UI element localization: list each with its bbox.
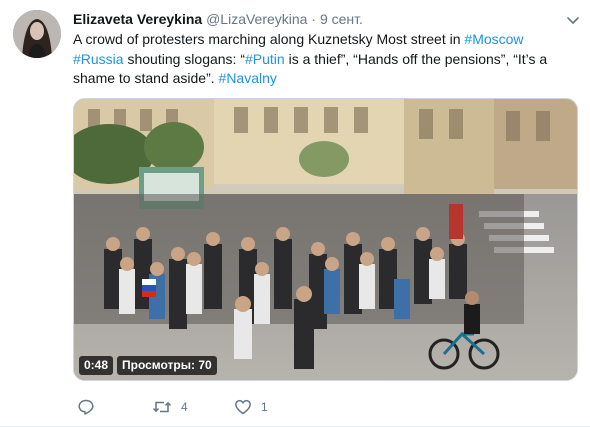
tweet-text-segment: shouting slogans: “ (123, 50, 245, 67)
video-duration-badge: 0:48 (79, 356, 114, 375)
avatar[interactable] (13, 10, 61, 58)
video-views-badge: Просмотры: 70 (117, 356, 217, 375)
separator: · (311, 11, 317, 27)
reply-button[interactable] (77, 396, 104, 418)
hashtag-moscow[interactable]: #Moscow (464, 31, 523, 47)
tweet-actions: 4 1 (73, 396, 373, 418)
hashtag-navalny[interactable]: #Navalny (219, 70, 277, 86)
hashtag-russia[interactable]: #Russia (73, 51, 124, 67)
author-handle[interactable]: @LizaVereykina (206, 11, 307, 27)
avatar-photo (13, 10, 61, 58)
like-count: 1 (261, 400, 268, 414)
tweet-timestamp[interactable]: 9 сент. (320, 11, 363, 27)
retweet-icon (152, 398, 172, 416)
chevron-down-icon[interactable] (565, 12, 581, 28)
tweet-text-segment: A crowd of protesters marching along Kuz… (73, 31, 465, 47)
retweet-button[interactable]: 4 (152, 396, 188, 418)
retweet-count: 4 (181, 400, 188, 414)
reply-icon (77, 398, 95, 416)
like-button[interactable]: 1 (234, 396, 268, 418)
like-icon (234, 398, 252, 416)
tweet-card[interactable]: Elizaveta Vereykina @LizaVereykina · 9 с… (0, 0, 590, 427)
tweet-text: A crowd of protesters marching along Kuz… (73, 30, 578, 89)
tweet-header: Elizaveta Vereykina @LizaVereykina · 9 с… (73, 9, 363, 29)
hashtag-putin[interactable]: #Putin (245, 51, 285, 67)
video-frame (74, 99, 577, 380)
video-player[interactable]: 0:48 Просмотры: 70 (73, 98, 578, 381)
author-name[interactable]: Elizaveta Vereykina (73, 11, 202, 27)
